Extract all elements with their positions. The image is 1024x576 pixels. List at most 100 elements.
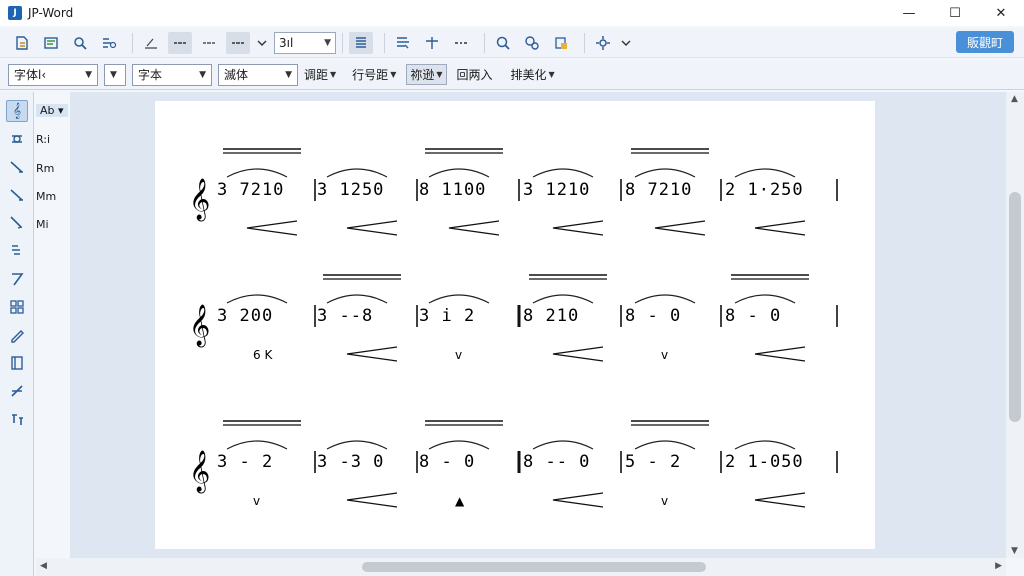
cross-tool-icon[interactable] [6, 380, 28, 402]
gear-icon[interactable] [591, 32, 615, 54]
measure-notes: 8 - 0 [625, 306, 681, 326]
note-tool-icon[interactable]: 𝄞 [6, 100, 28, 122]
title-bar: J JP-Word — ☐ ✕ [0, 0, 1024, 26]
slur-mark [532, 440, 594, 450]
main-toolbar: 3ıl ▼ 販觀町 [0, 28, 1024, 58]
dynamic-mark: ▲ [455, 494, 465, 508]
accent-tool-icon[interactable] [6, 212, 28, 234]
search-icon[interactable] [68, 32, 92, 54]
menu-beautify[interactable]: 排美化 ▼ [511, 66, 555, 83]
slur-tool-icon[interactable] [6, 156, 28, 178]
scroll-down-icon[interactable]: ▼ [1011, 546, 1018, 556]
menu-line-label: 行号距 [352, 68, 389, 82]
tool-palette: 𝄞 [0, 92, 34, 576]
list-icon[interactable] [349, 31, 373, 54]
settings-icon[interactable] [520, 32, 544, 54]
scroll-left-icon[interactable]: ◀ [40, 561, 47, 571]
grid-tool-icon[interactable] [6, 296, 28, 318]
score-notation: 𝄞 3 7210 3 1250 8 1100 3 1210 8 7210 2 1·250 𝄞 3… [189, 148, 838, 508]
scroll-right-icon[interactable]: ▶ [995, 561, 1002, 571]
new-doc-icon[interactable] [10, 32, 34, 54]
chevron-down-icon[interactable] [620, 32, 632, 54]
chevron-down-icon: ▼ [285, 69, 292, 80]
slur-mark [226, 440, 288, 450]
measure-notes: 3 1210 [523, 180, 590, 200]
dynamic-mark: v [661, 494, 668, 508]
measure-notes: 3 1250 [317, 180, 384, 200]
slur-mark [734, 440, 796, 450]
measure-notes: 8 - 0 [419, 452, 475, 472]
align-icon[interactable] [391, 32, 415, 54]
window-title: JP-Word [28, 6, 74, 20]
menu-tone[interactable]: 调距 ▼ [304, 66, 336, 83]
format-icon[interactable] [97, 32, 121, 54]
pen-tool-icon[interactable] [6, 324, 28, 346]
line-tool-icon[interactable] [6, 268, 28, 290]
menu-mark-label: 祢逊 [410, 68, 435, 82]
measure-notes: 2 1·250 [725, 180, 804, 200]
measure-notes: 2 1-050 [725, 452, 804, 472]
font-family-select[interactable]: 字体l‹ ▼ [8, 63, 98, 86]
tie-tool-icon[interactable] [6, 184, 28, 206]
treble-clef: 𝄞 [189, 304, 210, 347]
eraser-icon[interactable] [139, 32, 163, 54]
chord-tool-icon[interactable] [6, 408, 28, 430]
font-variant-select[interactable]: 滅体 ▼ [218, 63, 298, 86]
font-variant-value: 滅体 [224, 68, 249, 82]
measure-notes: 3 7210 [217, 180, 284, 200]
slur-mark [326, 440, 388, 450]
score-page[interactable]: 𝄞 3 7210 3 1250 8 1100 3 1210 8 7210 2 1·250 𝄞 3… [155, 101, 875, 549]
menu-insert[interactable]: 回两入 [457, 66, 493, 83]
dash-more-icon[interactable] [449, 32, 473, 54]
chevron-down-icon: ▼ [85, 69, 92, 80]
horizontal-scrollbar[interactable]: ◀ ▶ [36, 558, 1006, 576]
scroll-up-icon[interactable]: ▲ [1011, 94, 1018, 104]
toolbar-divider [584, 32, 585, 53]
measure-notes: 8 1100 [419, 180, 486, 200]
chevron-down-icon: ▼ [199, 69, 206, 80]
slur-mark [532, 294, 594, 304]
measure-notes: 8 - 0 [725, 306, 781, 326]
font-size-select[interactable]: ▼ [104, 63, 126, 86]
dash-style-icon[interactable] [168, 31, 192, 54]
maximize-button[interactable]: ☐ [932, 0, 978, 26]
lock-icon[interactable] [549, 32, 573, 54]
chevron-down-icon: ▼ [436, 70, 443, 79]
palette-label: Rm [36, 162, 55, 175]
read-mode-button[interactable]: 販觀町 [956, 31, 1014, 53]
dash-style-icon-2[interactable] [197, 32, 221, 54]
chevron-down-icon[interactable] [255, 32, 269, 54]
vertical-scroll-thumb[interactable] [1009, 192, 1021, 422]
menu-beautify-label: 排美化 [510, 68, 547, 82]
hairpin-mark [552, 220, 604, 236]
measure-notes: 3 - 2 [217, 452, 273, 472]
minimize-button[interactable]: — [886, 0, 932, 26]
dynamic-mark: v [253, 494, 260, 508]
palette-label: R:i [36, 133, 51, 146]
size-combo[interactable]: 3ıl ▼ [274, 31, 336, 54]
hairpin-mark [754, 492, 806, 508]
book-tool-icon[interactable] [6, 352, 28, 374]
measure-notes: 3 -3 0 [317, 452, 384, 472]
menu-line-spacing[interactable]: 行号距 ▼ [352, 66, 396, 83]
measure-notes: 8 -- 0 [523, 452, 590, 472]
close-button[interactable]: ✕ [978, 0, 1024, 26]
menu-mark[interactable]: 祢逊 ▼ [406, 64, 447, 85]
font-style-select[interactable]: 字本 ▼ [132, 63, 212, 86]
treble-clef: 𝄞 [189, 450, 210, 493]
toolbar-divider [342, 32, 343, 53]
plus-icon[interactable] [420, 32, 444, 54]
chevron-down-icon: ▼ [330, 70, 337, 79]
horizontal-scroll-thumb[interactable] [362, 562, 706, 572]
hairpin-mark [246, 220, 298, 236]
zoom-icon[interactable] [491, 32, 515, 54]
rest-tool-icon[interactable] [6, 128, 28, 150]
hairpin-mark [346, 220, 398, 236]
beam-tool-icon[interactable] [6, 240, 28, 262]
slur-mark [326, 294, 388, 304]
dash-style-icon-3[interactable] [226, 31, 250, 54]
open-icon[interactable] [39, 32, 63, 54]
palette-label[interactable]: Ab ▾ [36, 104, 68, 117]
hairpin-mark [346, 492, 398, 508]
vertical-scrollbar[interactable]: ▲ ▼ [1006, 92, 1024, 558]
